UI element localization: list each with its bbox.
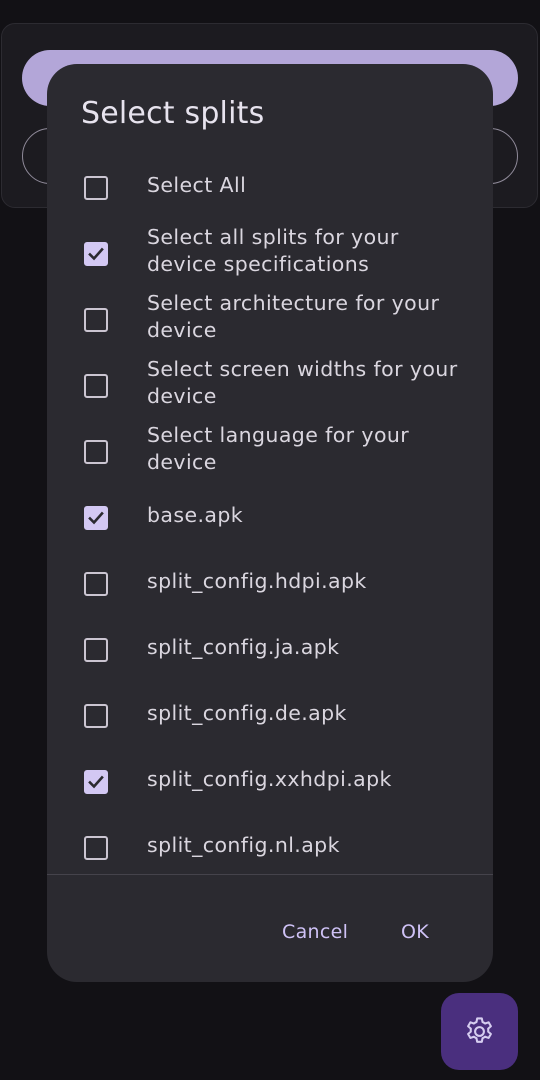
- list-item-device-specs[interactable]: Select all splits for your device specif…: [47, 218, 493, 284]
- gear-icon: [467, 1017, 492, 1043]
- list-item-label: split_config.hdpi.apk: [147, 568, 367, 593]
- list-item-label: Select architecture for your device: [147, 291, 440, 342]
- checkbox[interactable]: [84, 836, 108, 860]
- list-item-label: Select language for your device: [147, 423, 410, 474]
- screen: Select splits Select All Select all spli…: [0, 0, 540, 1080]
- list-item-select-all[interactable]: Select All: [47, 152, 493, 218]
- list-item-ja[interactable]: split_config.ja.apk: [47, 614, 493, 680]
- list-item-de[interactable]: split_config.de.apk: [47, 680, 493, 746]
- checkbox[interactable]: [84, 638, 108, 662]
- list-item-label: split_config.xxhdpi.apk: [147, 766, 392, 791]
- list-item-label: Select screen widths for your device: [147, 357, 458, 408]
- checkbox[interactable]: [84, 770, 108, 794]
- checkbox[interactable]: [84, 308, 108, 332]
- select-splits-dialog: Select splits Select All Select all spli…: [47, 64, 493, 982]
- list-item-label: base.apk: [147, 502, 244, 527]
- list-item-label: Select all splits for your device specif…: [147, 225, 399, 276]
- splits-list[interactable]: Select All Select all splits for your de…: [47, 152, 493, 874]
- list-item-label: split_config.nl.apk: [147, 832, 340, 857]
- list-item-label: split_config.ja.apk: [147, 634, 340, 659]
- list-item-screen-widths[interactable]: Select screen widths for your device: [47, 350, 493, 416]
- dialog-title: Select splits: [81, 96, 265, 131]
- list-item-nl[interactable]: split_config.nl.apk: [47, 812, 493, 874]
- list-item-label: Select All: [147, 172, 247, 197]
- list-item-xxhdpi[interactable]: split_config.xxhdpi.apk: [47, 746, 493, 812]
- checkbox[interactable]: [84, 242, 108, 266]
- list-item-base-apk[interactable]: base.apk: [47, 482, 493, 548]
- checkbox[interactable]: [84, 176, 108, 200]
- checkmark-icon: [88, 775, 104, 789]
- list-item-language[interactable]: Select language for your device: [47, 416, 493, 482]
- settings-button[interactable]: [441, 993, 518, 1070]
- divider: [47, 874, 493, 875]
- cancel-button[interactable]: Cancel: [282, 912, 348, 952]
- checkbox[interactable]: [84, 506, 108, 530]
- checkbox[interactable]: [84, 374, 108, 398]
- checkmark-icon: [88, 247, 104, 261]
- checkbox[interactable]: [84, 572, 108, 596]
- list-item-architecture[interactable]: Select architecture for your device: [47, 284, 493, 350]
- checkbox[interactable]: [84, 704, 108, 728]
- checkmark-icon: [88, 511, 104, 525]
- list-item-hdpi[interactable]: split_config.hdpi.apk: [47, 548, 493, 614]
- ok-button[interactable]: OK: [401, 912, 429, 952]
- list-item-label: split_config.de.apk: [147, 700, 347, 725]
- checkbox[interactable]: [84, 440, 108, 464]
